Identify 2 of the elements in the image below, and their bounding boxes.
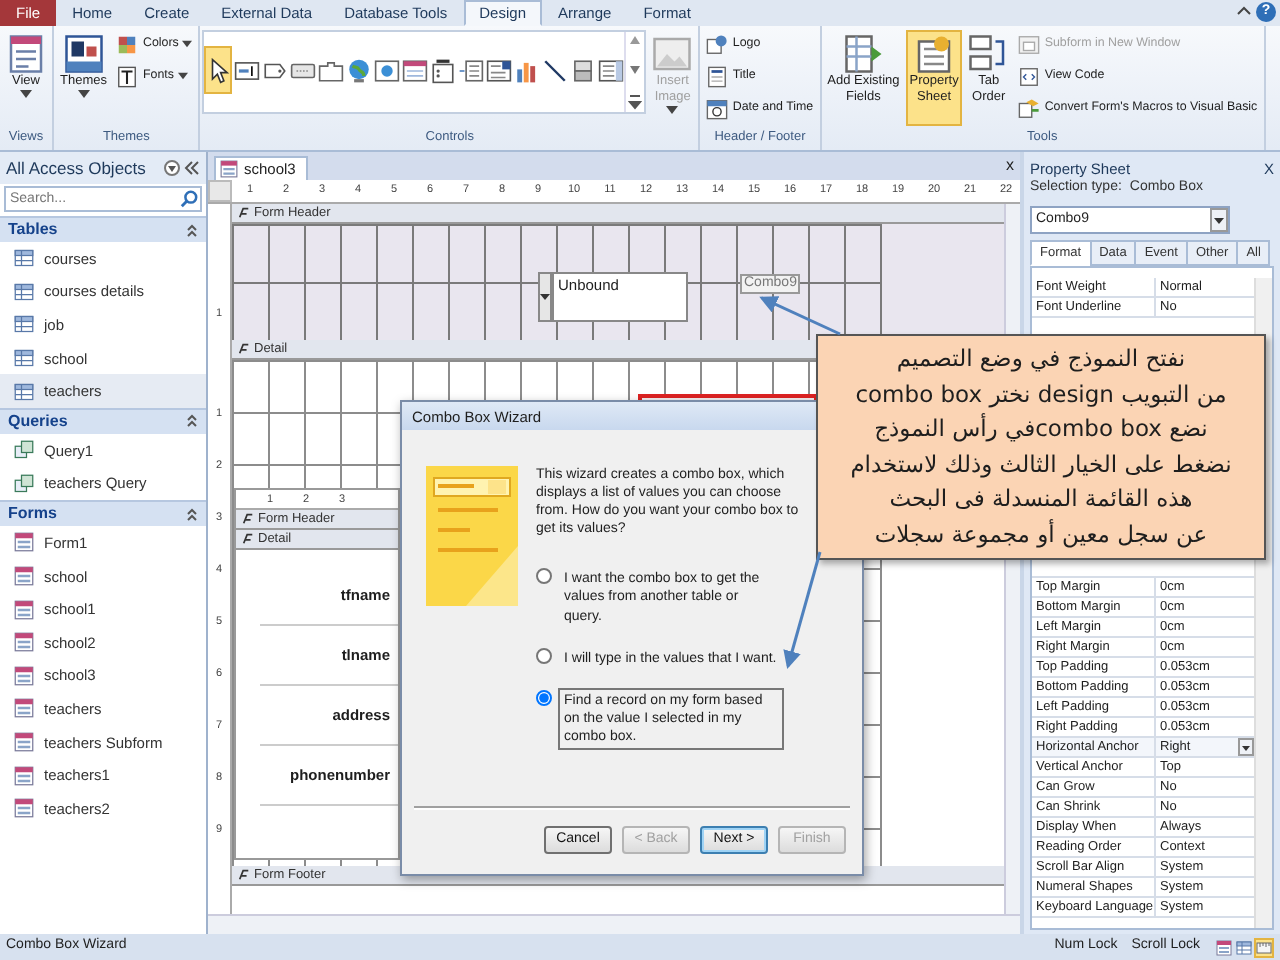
instruction-tooltip: نفتح النموذج في وضع التصميم من التبويب design نختر combo box نضع combo boxفي رأس النموذج نضغط على الخيار الثالث وذلك لاستخدام هذه القائمة المنسدلة فى البحث عن سجل معين أو مجموعة سجلات [816, 334, 1266, 560]
pane-title: All Access Objects [6, 157, 148, 179]
